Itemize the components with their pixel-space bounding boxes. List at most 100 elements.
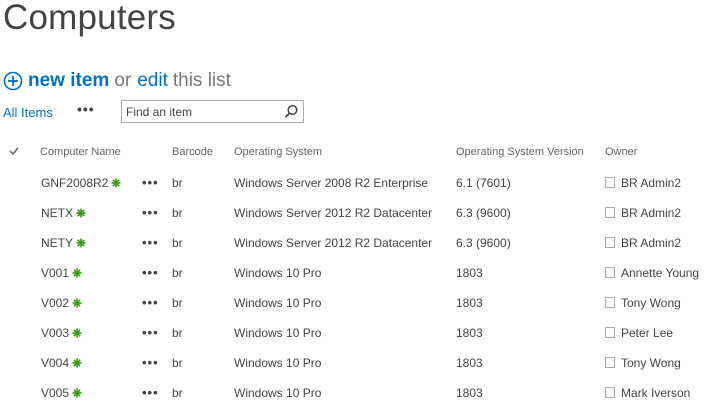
operating-system-cell: Windows 10 Pro: [234, 356, 322, 370]
checkmark-icon[interactable]: [8, 145, 20, 157]
computer-name-cell[interactable]: V004: [41, 356, 82, 370]
presence-icon: [605, 297, 615, 308]
owner-link[interactable]: BR Admin2: [621, 176, 681, 190]
owner-link[interactable]: Peter Lee: [621, 326, 673, 340]
table-row[interactable]: V004 ••• br Windows 10 Pro 1803 Tony Won…: [0, 348, 710, 378]
owner-link[interactable]: BR Admin2: [621, 236, 681, 250]
computer-name-cell[interactable]: V003: [41, 326, 82, 340]
owner-link[interactable]: BR Admin2: [621, 206, 681, 220]
new-asterisk-icon: [72, 268, 82, 278]
new-asterisk-icon: [72, 388, 82, 398]
view-bar: All Items •••: [3, 100, 323, 126]
operating-system-cell: Windows Server 2008 R2 Enterprise: [234, 176, 429, 190]
item-more-button[interactable]: •••: [142, 295, 159, 310]
owner-cell: BR Admin2: [605, 176, 681, 190]
computer-name-cell[interactable]: V001: [41, 266, 82, 280]
owner-cell: Tony Wong: [605, 296, 681, 310]
computer-name-link[interactable]: V004: [41, 356, 69, 370]
barcode-cell: br: [172, 356, 183, 370]
os-version-cell: 1803: [456, 326, 483, 340]
new-asterisk-icon: [72, 358, 82, 368]
os-version-cell: 6.3 (9600): [456, 236, 511, 250]
column-header-os-version[interactable]: Operating System Version: [456, 146, 584, 158]
column-header-row: Computer Name Barcode Operating System O…: [0, 144, 710, 160]
table-row[interactable]: NETY ••• br Windows Server 2012 R2 Datac…: [0, 228, 710, 258]
computer-name-link[interactable]: V005: [41, 386, 69, 400]
owner-cell: BR Admin2: [605, 236, 681, 250]
presence-icon: [605, 267, 615, 278]
edit-list-link[interactable]: edit: [137, 70, 168, 92]
computer-name-cell[interactable]: NETX: [41, 206, 86, 220]
owner-link[interactable]: Annette Young: [621, 266, 699, 280]
column-header-barcode[interactable]: Barcode: [172, 146, 213, 158]
column-header-computer-name[interactable]: Computer Name: [40, 146, 121, 158]
barcode-cell: br: [172, 236, 183, 250]
computer-name-cell[interactable]: GNF2008R2: [41, 176, 121, 190]
presence-icon: [605, 387, 615, 398]
item-more-button[interactable]: •••: [142, 235, 159, 250]
column-header-operating-system[interactable]: Operating System: [234, 146, 322, 158]
owner-cell: Annette Young: [605, 266, 699, 280]
item-more-button[interactable]: •••: [142, 325, 159, 340]
computer-name-link[interactable]: NETX: [41, 206, 73, 220]
new-item-link[interactable]: new item: [28, 70, 109, 92]
owner-cell: BR Admin2: [605, 206, 681, 220]
operating-system-cell: Windows 10 Pro: [234, 266, 322, 280]
computer-name-cell[interactable]: V005: [41, 386, 82, 400]
operating-system-cell: Windows 10 Pro: [234, 296, 322, 310]
column-header-owner[interactable]: Owner: [605, 146, 637, 158]
operating-system-cell: Windows 10 Pro: [234, 386, 322, 400]
table-row[interactable]: V005 ••• br Windows 10 Pro 1803 Mark Ive…: [0, 378, 710, 408]
os-version-cell: 6.1 (7601): [456, 176, 511, 190]
this-list-text: this list: [172, 70, 231, 91]
table-row[interactable]: GNF2008R2 ••• br Windows Server 2008 R2 …: [0, 168, 710, 198]
computer-name-link[interactable]: GNF2008R2: [41, 176, 108, 190]
operating-system-cell: Windows Server 2012 R2 Datacenter: [234, 206, 433, 220]
computer-name-cell[interactable]: NETY: [41, 236, 86, 250]
table-row[interactable]: V001 ••• br Windows 10 Pro 1803 Annette …: [0, 258, 710, 288]
or-text: or: [114, 70, 132, 91]
owner-link[interactable]: Tony Wong: [621, 356, 681, 370]
owner-link[interactable]: Mark Iverson: [621, 386, 690, 400]
presence-icon: [605, 207, 615, 218]
table-row[interactable]: V002 ••• br Windows 10 Pro 1803 Tony Won…: [0, 288, 710, 318]
presence-icon: [605, 237, 615, 248]
computer-name-link[interactable]: V001: [41, 266, 69, 280]
view-more-button[interactable]: •••: [77, 101, 95, 117]
os-version-cell: 6.3 (9600): [456, 206, 511, 220]
computer-name-link[interactable]: NETY: [41, 236, 73, 250]
barcode-cell: br: [172, 266, 183, 280]
item-more-button[interactable]: •••: [142, 205, 159, 220]
barcode-cell: br: [172, 296, 183, 310]
table-row[interactable]: V003 ••• br Windows 10 Pro 1803 Peter Le…: [0, 318, 710, 348]
item-more-button[interactable]: •••: [142, 175, 159, 190]
computer-name-link[interactable]: V003: [41, 326, 69, 340]
new-asterisk-icon: [76, 238, 86, 248]
plus-circle-icon[interactable]: [3, 71, 23, 91]
owner-cell: Tony Wong: [605, 356, 681, 370]
new-asterisk-icon: [72, 298, 82, 308]
barcode-cell: br: [172, 386, 183, 400]
search-input[interactable]: [126, 103, 276, 120]
owner-link[interactable]: Tony Wong: [621, 296, 681, 310]
barcode-cell: br: [172, 176, 183, 190]
table-row[interactable]: NETX ••• br Windows Server 2012 R2 Datac…: [0, 198, 710, 228]
item-more-button[interactable]: •••: [142, 265, 159, 280]
computer-name-link[interactable]: V002: [41, 296, 69, 310]
new-asterisk-icon: [111, 178, 121, 188]
action-bar: new item or edit this list: [3, 69, 231, 93]
os-version-cell: 1803: [456, 356, 483, 370]
barcode-cell: br: [172, 326, 183, 340]
new-asterisk-icon: [76, 208, 86, 218]
item-more-button[interactable]: •••: [142, 355, 159, 370]
computer-name-cell[interactable]: V002: [41, 296, 82, 310]
page-title: Computers: [3, 0, 176, 37]
search-box[interactable]: [121, 100, 304, 123]
barcode-cell: br: [172, 206, 183, 220]
presence-icon: [605, 357, 615, 368]
item-more-button[interactable]: •••: [142, 385, 159, 400]
search-icon[interactable]: [284, 104, 299, 119]
os-version-cell: 1803: [456, 386, 483, 400]
all-items-view-link[interactable]: All Items: [3, 105, 53, 120]
operating-system-cell: Windows Server 2012 R2 Datacenter: [234, 236, 433, 250]
